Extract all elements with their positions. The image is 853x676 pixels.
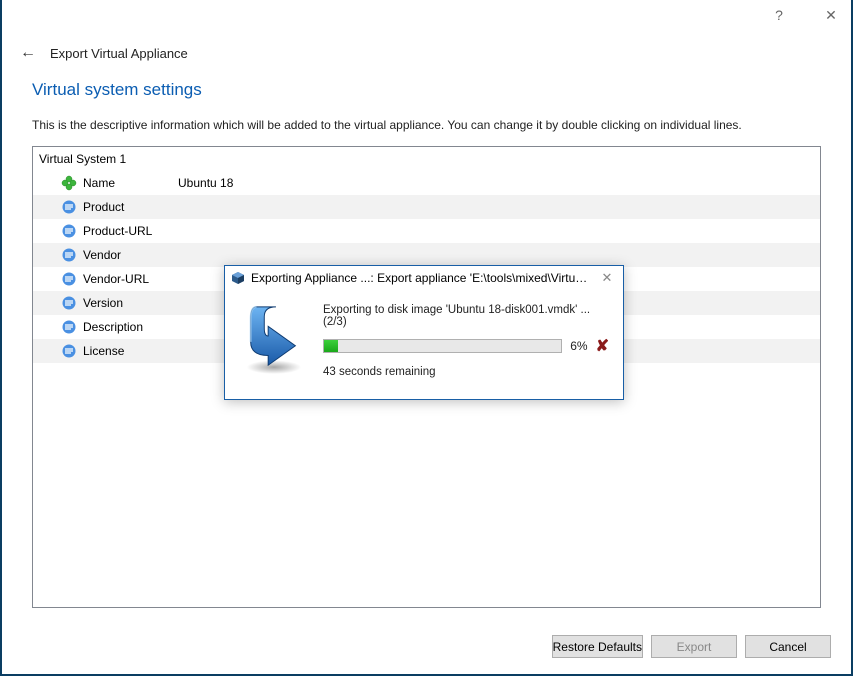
row-label: Vendor bbox=[79, 248, 174, 262]
text-icon bbox=[59, 343, 79, 359]
progress-percent: 6% bbox=[570, 339, 587, 353]
text-icon bbox=[59, 271, 79, 287]
close-icon: ✕ bbox=[825, 7, 837, 24]
row-label: Product bbox=[79, 200, 174, 214]
table-row[interactable]: Name Ubuntu 18 bbox=[33, 171, 820, 195]
status-text: Exporting to disk image 'Ubuntu 18-disk0… bbox=[323, 304, 609, 328]
progress-row: 6% ✘ bbox=[323, 336, 609, 356]
back-arrow-icon[interactable]: ← bbox=[20, 44, 36, 62]
section-description: This is the descriptive information whic… bbox=[32, 118, 821, 132]
clover-icon bbox=[59, 175, 79, 191]
table-row[interactable]: Vendor bbox=[33, 243, 820, 267]
dialog-titlebar: Exporting Appliance ...: Export applianc… bbox=[225, 266, 623, 290]
progress-dialog: Exporting Appliance ...: Export applianc… bbox=[224, 265, 624, 400]
text-icon bbox=[59, 199, 79, 215]
help-button[interactable]: ? bbox=[767, 3, 791, 27]
titlebar: ? ✕ bbox=[2, 0, 851, 30]
cancel-button[interactable]: Cancel bbox=[745, 635, 831, 658]
progress-fill bbox=[324, 340, 338, 352]
row-label: Description bbox=[79, 320, 174, 334]
page-title: Export Virtual Appliance bbox=[50, 46, 188, 61]
system-group-row[interactable]: Virtual System 1 bbox=[33, 147, 820, 171]
table-row[interactable]: Product bbox=[33, 195, 820, 219]
row-label: License bbox=[79, 344, 174, 358]
text-icon bbox=[59, 295, 79, 311]
help-icon: ? bbox=[775, 7, 783, 23]
restore-defaults-button[interactable]: Restore Defaults bbox=[552, 635, 643, 658]
close-icon: ✕ bbox=[602, 270, 613, 285]
dialog-title: Exporting Appliance ...: Export applianc… bbox=[251, 271, 591, 285]
row-value: Ubuntu 18 bbox=[174, 176, 820, 190]
close-button[interactable]: ✕ bbox=[819, 3, 843, 27]
text-icon bbox=[59, 319, 79, 335]
cancel-operation-button[interactable]: ✘ bbox=[596, 336, 609, 356]
time-remaining: 43 seconds remaining bbox=[323, 366, 609, 378]
dialog-close-button[interactable]: ✕ bbox=[597, 270, 617, 286]
progress-bar bbox=[323, 339, 562, 353]
wizard-header: ← Export Virtual Appliance bbox=[2, 30, 851, 80]
export-button[interactable]: Export bbox=[651, 635, 737, 658]
text-icon bbox=[59, 223, 79, 239]
row-label: Product-URL bbox=[79, 224, 174, 238]
group-label: Virtual System 1 bbox=[39, 152, 126, 166]
dialog-body: Exporting to disk image 'Ubuntu 18-disk0… bbox=[225, 290, 623, 386]
virtualbox-icon bbox=[231, 271, 245, 285]
section-title: Virtual system settings bbox=[32, 80, 821, 100]
table-row[interactable]: Product-URL bbox=[33, 219, 820, 243]
text-icon bbox=[59, 247, 79, 263]
footer-buttons: Restore Defaults Export Cancel bbox=[552, 635, 831, 658]
export-arrow-icon bbox=[239, 298, 309, 378]
dialog-info: Exporting to disk image 'Ubuntu 18-disk0… bbox=[323, 298, 609, 378]
row-label: Version bbox=[79, 296, 174, 310]
row-label: Vendor-URL bbox=[79, 272, 174, 286]
row-label: Name bbox=[79, 176, 174, 190]
